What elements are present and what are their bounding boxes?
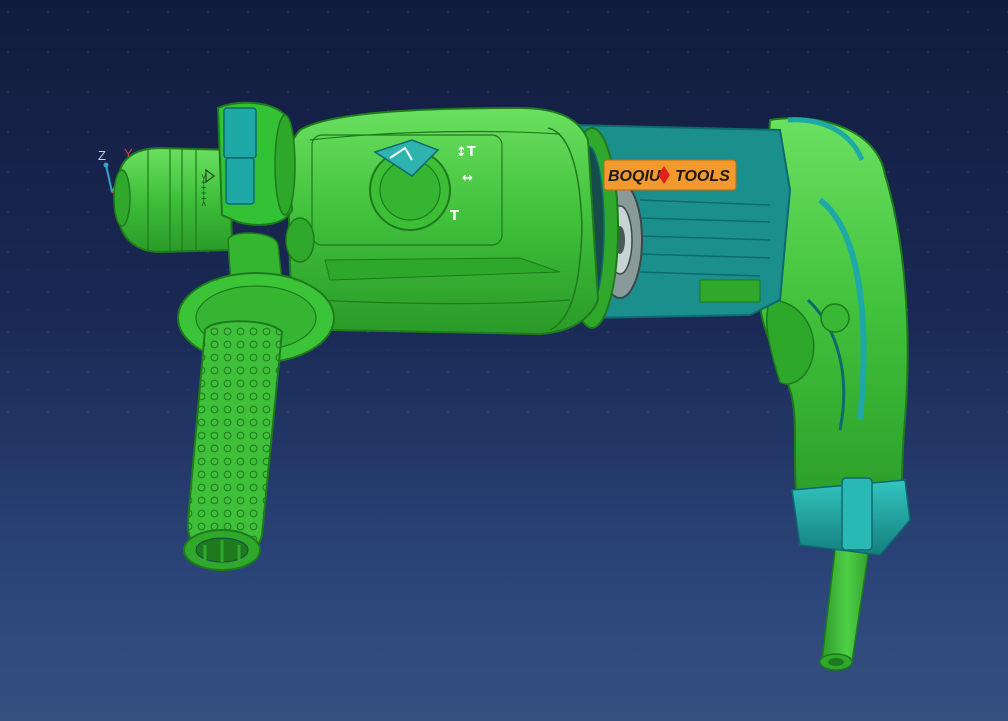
mode-hammer-drill-mark: ↕T <box>456 145 476 160</box>
brand-name-left: BOQIU <box>608 168 661 185</box>
chuck-lock-ring[interactable] <box>216 101 296 226</box>
main-body <box>285 106 600 336</box>
chuck-assembly: >++++< <box>113 146 234 254</box>
3d-viewport[interactable]: Z Y ↕T ↔ T BOQIU TOOLS >++++< <box>0 0 1008 721</box>
brand-label: BOQIU TOOLS <box>603 159 737 191</box>
z-axis-label: Z <box>98 148 106 163</box>
brand-name-right: TOOLS <box>675 168 730 185</box>
cord-strain-relief <box>791 477 911 556</box>
mode-drill-mark: T <box>450 209 459 224</box>
mode-chisel-mark: ↔ <box>462 171 473 186</box>
drill-model-scene[interactable]: Z Y ↕T ↔ T BOQIU TOOLS >++++< <box>0 0 1008 721</box>
